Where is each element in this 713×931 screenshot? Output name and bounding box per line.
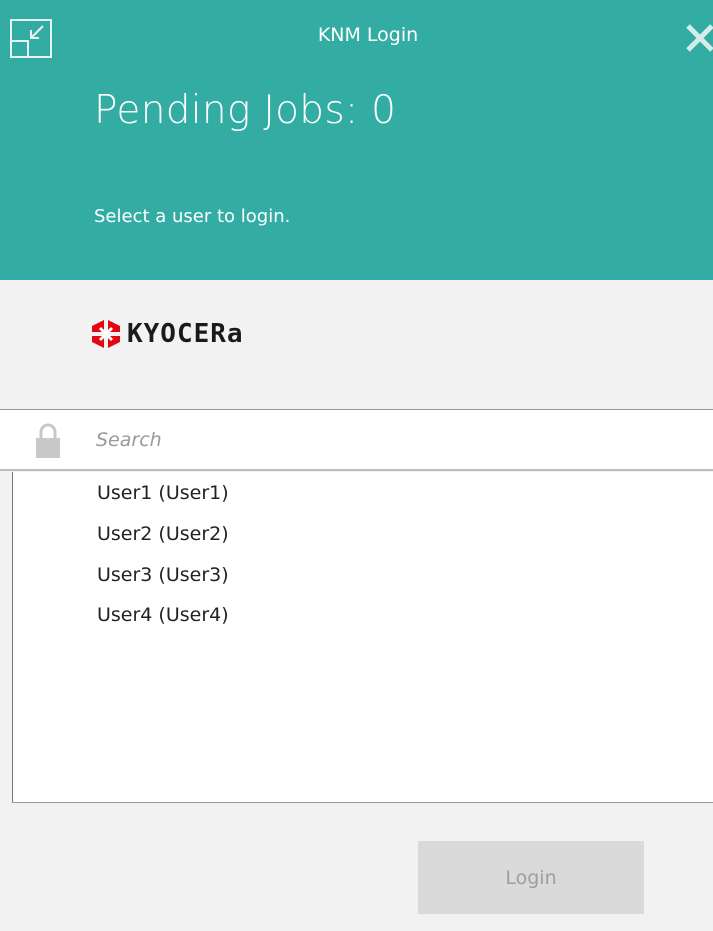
knm-login-window: KNM Login Pending Jobs: 0 Select a user … [0,0,713,931]
close-button[interactable] [676,18,713,58]
lock-icon [36,423,60,458]
logo-area: KYOCERa [0,280,713,409]
kyocera-mark-icon [92,320,120,348]
kyocera-wordmark: KYOCERa [127,319,244,349]
user-list[interactable]: User1 (User1) User2 (User2) User3 (User3… [12,472,713,803]
user-item-user4[interactable]: User4 (User4) [97,604,229,634]
close-icon [686,24,713,52]
user-item-user1[interactable]: User1 (User1) [97,482,229,512]
footer: Login [0,804,713,931]
login-button[interactable]: Login [418,841,644,914]
search-input[interactable] [96,424,696,456]
pending-jobs-label: Pending Jobs: 0 [94,88,397,133]
kyocera-logo: KYOCERa [90,318,244,350]
instruction-text: Select a user to login. [94,206,291,227]
search-bar [0,409,713,471]
user-item-user2[interactable]: User2 (User2) [97,523,229,553]
header: KNM Login Pending Jobs: 0 Select a user … [0,0,713,280]
user-item-user3[interactable]: User3 (User3) [97,564,229,594]
window-title: KNM Login [317,24,419,46]
